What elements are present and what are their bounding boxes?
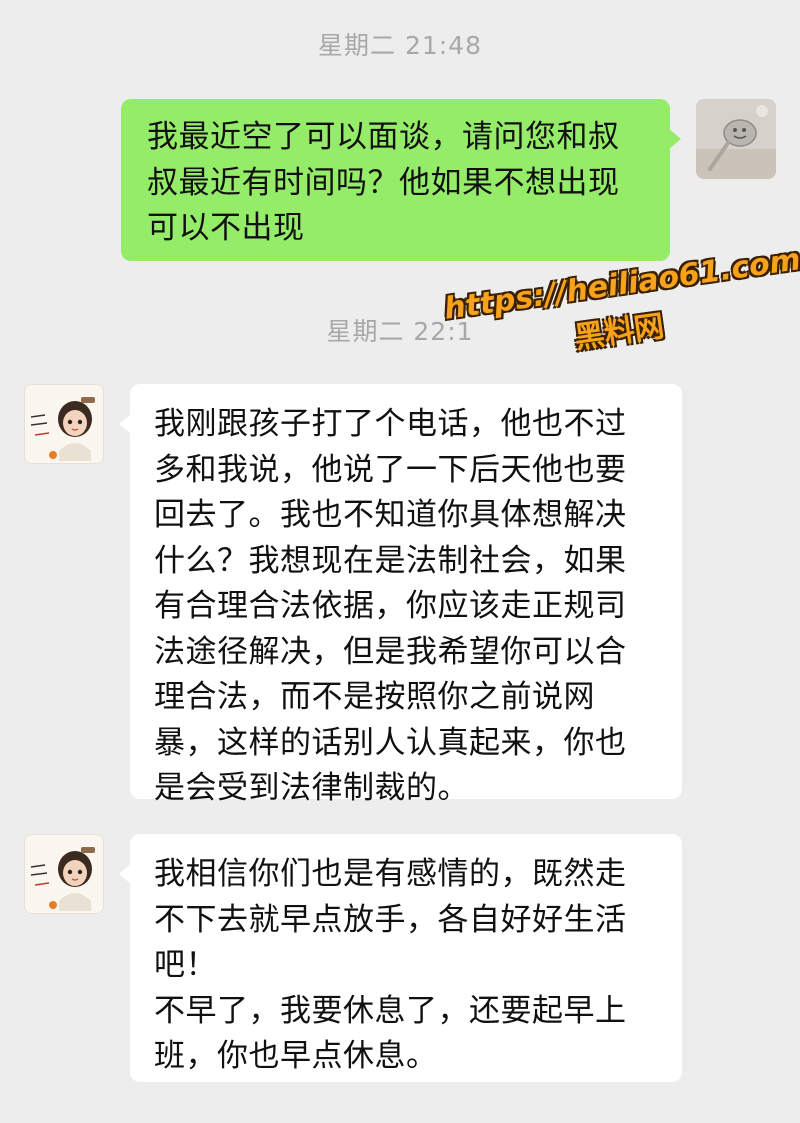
contact-avatar[interactable] — [24, 384, 104, 464]
timestamp: 星期二 21:48 — [318, 31, 482, 60]
cartoon-girl-avatar-icon — [25, 385, 103, 463]
message-bubble-incoming[interactable]: 我相信你们也是有感情的，既然走 不下去就早点放手，各自好好生活 吧！ 不早了，我… — [119, 834, 682, 1082]
message-bubble-outgoing[interactable]: 我最近空了可以面谈，请问您和叔 叔最近有时间吗？他如果不想出现 可以不出现 — [121, 99, 681, 261]
chat-screen: 星期二 21:48 我最近空了可以面谈，请问您和叔 叔最近有时间吗？他如果不想出… — [0, 0, 800, 1123]
spoon-photo-avatar-icon — [696, 99, 776, 179]
cartoon-girl-avatar-icon — [25, 835, 103, 913]
contact-avatar[interactable] — [24, 834, 104, 914]
message-bubble-incoming[interactable]: 我刚跟孩子打了个电话，他也不过 多和我说，他说了一下后天他也要 回去了。我也不知… — [119, 384, 682, 806]
self-avatar[interactable] — [696, 99, 776, 179]
watermark: https://heiliao61.com 黑料网 — [442, 242, 800, 401]
